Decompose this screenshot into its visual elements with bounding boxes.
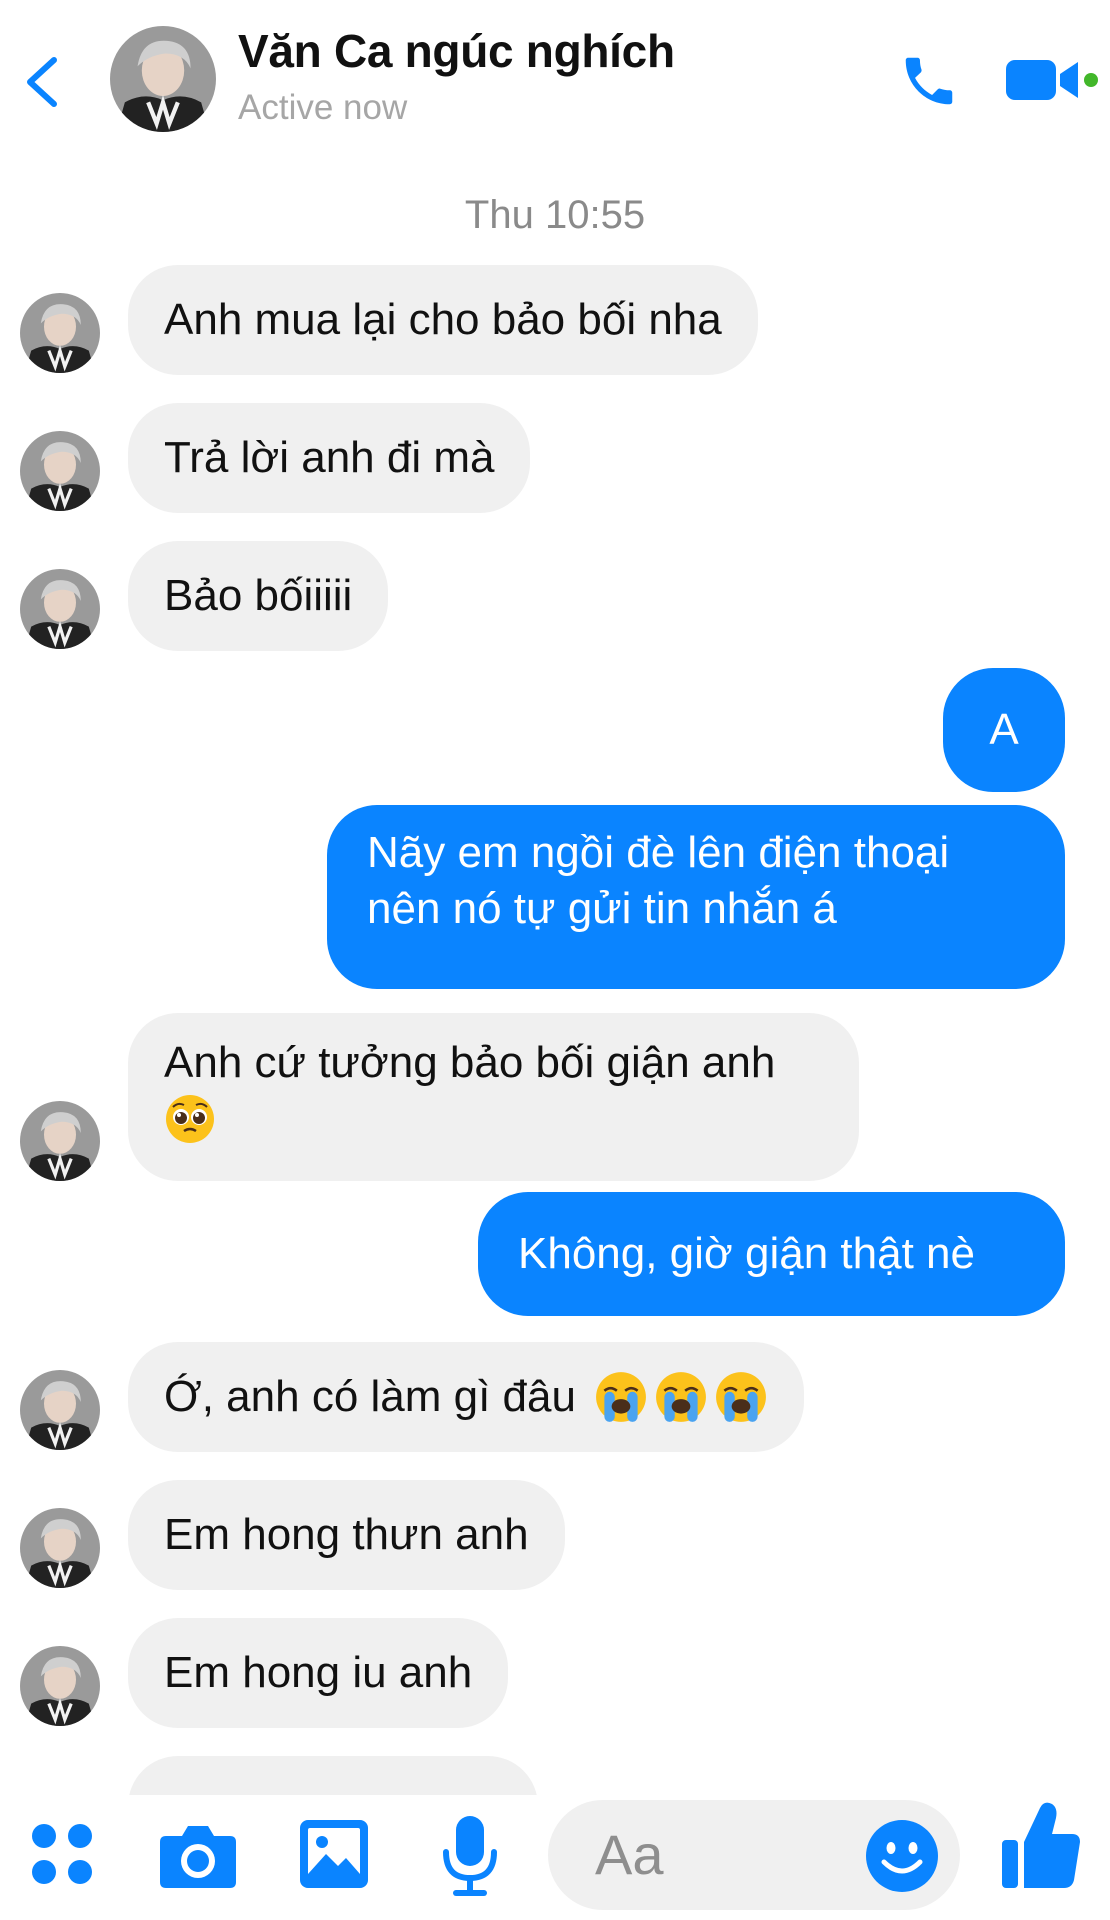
sender-avatar[interactable] [20, 293, 100, 373]
message-text-line: Anh cứ tưởng bảo bối giận anh [164, 1038, 776, 1087]
like-thumbs-up-icon[interactable] [1000, 1800, 1082, 1892]
loudly-crying-face-emoji-icon [596, 1372, 646, 1422]
message-text: Em hong thưn anh [164, 1510, 529, 1559]
message-bubble-incoming[interactable]: Anh cứ tưởng bảo bối giận anh [128, 1013, 859, 1181]
pleading-face-emoji-icon [166, 1095, 214, 1143]
message-input-placeholder: Aa [595, 1823, 664, 1886]
phone-call-icon[interactable] [898, 50, 960, 112]
message-bubble-incoming[interactable]: Trả lời anh đi mà [128, 403, 531, 513]
loudly-crying-face-emoji-icon [656, 1372, 706, 1422]
message-bubble-incoming[interactable]: Em hong iu anh [128, 1618, 509, 1728]
active-status: Active now [238, 88, 408, 127]
message-text: Không, giờ giận thật nè [518, 1229, 975, 1278]
chat-header: Văn Ca ngúc nghích Active now [0, 0, 1110, 150]
sender-avatar[interactable] [20, 1508, 100, 1588]
emoji-picker-icon[interactable] [864, 1818, 940, 1894]
message-text: Em hong iu anh [164, 1648, 473, 1697]
message-bubble-incoming[interactable]: Bảo bốiiiii [128, 541, 389, 651]
message-bubble-outgoing[interactable]: Không, giờ giận thật nè [478, 1192, 1065, 1316]
message-text: A [989, 705, 1019, 754]
microphone-icon[interactable] [438, 1814, 502, 1898]
message-bubble-incoming[interactable]: Ớ, anh có làm gì đâu [128, 1342, 804, 1452]
photo-gallery-icon[interactable] [298, 1818, 370, 1890]
back-chevron-icon[interactable] [18, 52, 68, 112]
online-dot-icon [1084, 73, 1098, 87]
message-text-line: nên nó tự gửi tin nhắn á [367, 884, 837, 933]
message-text: Trả lời anh đi mà [164, 433, 495, 482]
more-actions-icon[interactable] [28, 1820, 100, 1892]
sender-avatar[interactable] [20, 1370, 100, 1450]
contact-avatar[interactable] [110, 26, 216, 132]
message-bubble-outgoing[interactable]: A [943, 668, 1065, 792]
video-call-icon[interactable] [1004, 54, 1100, 106]
message-text-line: Nãy em ngồi đè lên điện thoại [367, 828, 950, 877]
message-text: Bảo bốiiiii [164, 571, 353, 620]
sender-avatar[interactable] [20, 1646, 100, 1726]
sender-avatar[interactable] [20, 1101, 100, 1181]
sender-avatar[interactable] [20, 569, 100, 649]
message-text: Anh mua lại cho bảo bối nha [164, 295, 722, 344]
message-timestamp: Thu 10:55 [464, 193, 646, 237]
message-text: Ớ, anh có làm gì đâu [164, 1372, 576, 1421]
message-bubble-incoming[interactable]: Anh mua lại cho bảo bối nha [128, 265, 758, 375]
sender-avatar[interactable] [20, 431, 100, 511]
message-bubble-incoming[interactable]: Em hong thưn anh [128, 1480, 565, 1590]
loudly-crying-face-emoji-icon [716, 1372, 766, 1422]
message-bubble-outgoing[interactable]: Nãy em ngồi đè lên điện thoại nên nó tự … [327, 805, 1065, 989]
camera-icon[interactable] [158, 1820, 238, 1890]
contact-name[interactable]: Văn Ca ngúc nghích [238, 24, 675, 78]
